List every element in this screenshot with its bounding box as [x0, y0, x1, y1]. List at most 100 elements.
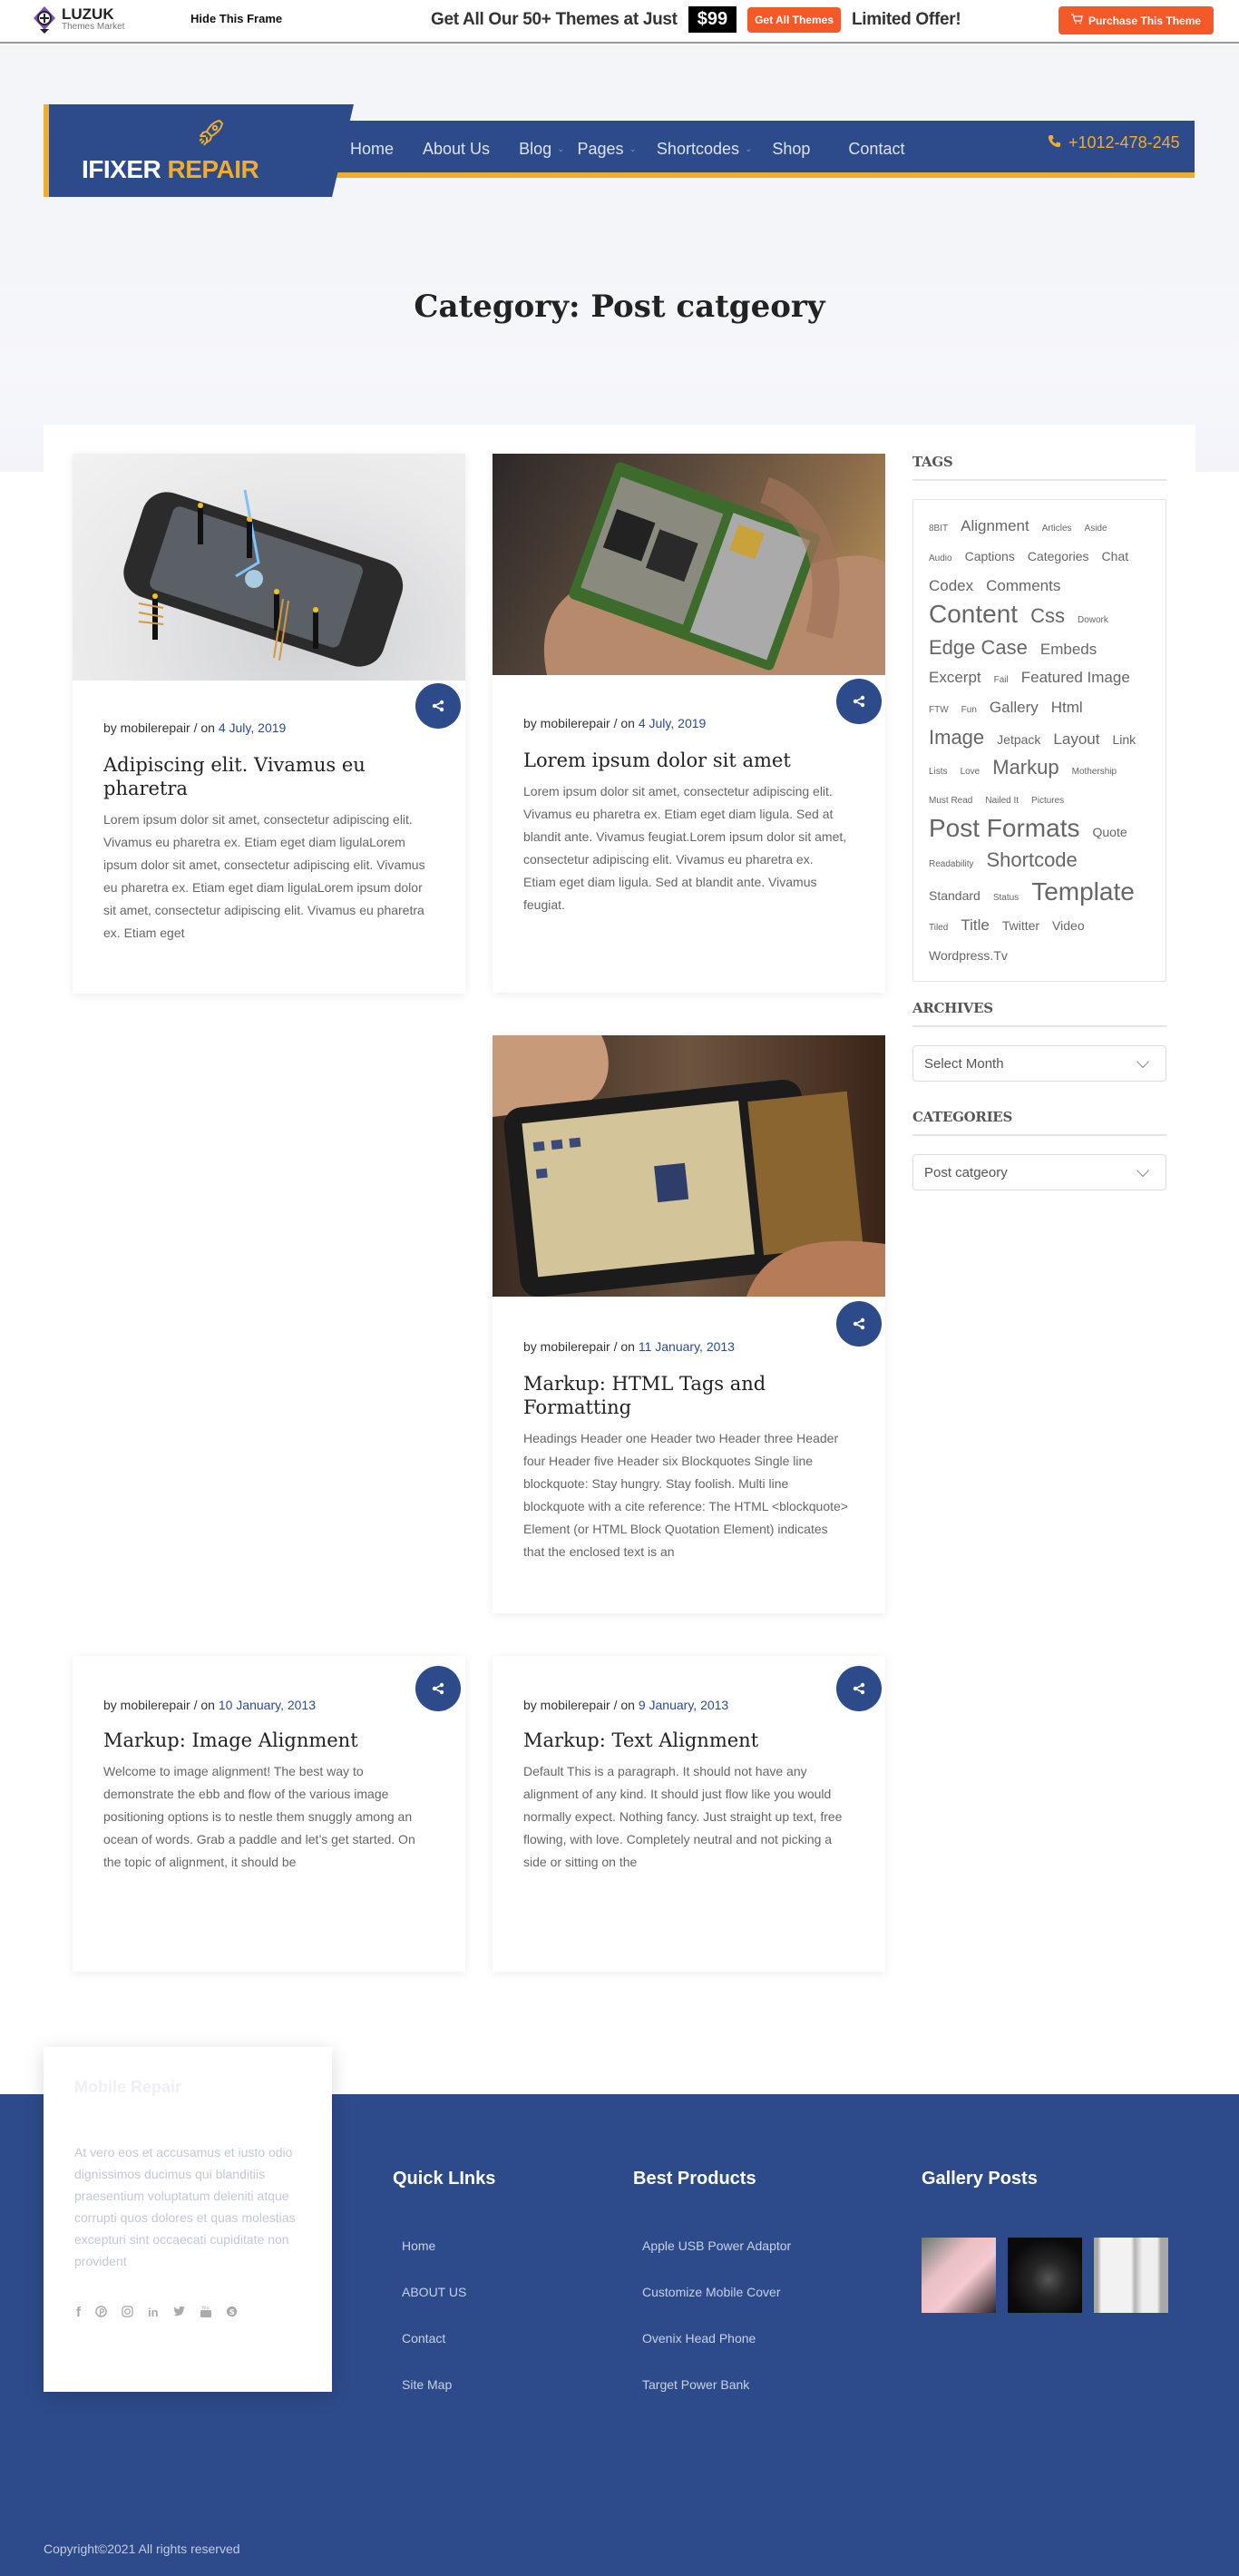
tag-link[interactable]: Embeds	[1040, 636, 1097, 663]
twitter-icon[interactable]	[172, 2306, 186, 2319]
tag-link[interactable]: FTW	[929, 697, 949, 724]
archives-select[interactable]: Select Month	[912, 1045, 1166, 1082]
post-image[interactable]	[493, 454, 885, 675]
quick-link[interactable]: Contact	[402, 2331, 495, 2377]
tag-link[interactable]: Readability	[929, 851, 973, 878]
tag-link[interactable]: Dowork	[1078, 607, 1108, 634]
tag-link[interactable]: Markup	[992, 754, 1059, 781]
quick-link[interactable]: Home	[402, 2238, 495, 2285]
share-button[interactable]	[836, 1301, 882, 1347]
tag-link[interactable]: Status	[993, 885, 1019, 912]
facebook-icon[interactable]: f	[76, 2305, 81, 2320]
menu-item-pages[interactable]: Pages ⌄	[577, 140, 636, 159]
tag-link[interactable]: Excerpt	[929, 664, 981, 691]
tag-link[interactable]: Featured Image	[1021, 664, 1130, 691]
menu-item-blog[interactable]: Blog ⌄	[519, 140, 564, 159]
tag-link[interactable]: Aside	[1085, 515, 1107, 543]
post-image[interactable]	[493, 1035, 885, 1298]
get-all-themes-button[interactable]: Get All Themes	[747, 6, 841, 33]
post-title[interactable]: Markup: Image Alignment	[103, 1729, 429, 1752]
tag-link[interactable]: Jetpack	[997, 726, 1040, 753]
phone-number: +1012-478-245	[1068, 133, 1180, 152]
quick-link[interactable]: ABOUT US	[402, 2285, 495, 2331]
share-button[interactable]	[836, 679, 882, 724]
menu-item-home[interactable]: Home	[350, 140, 394, 159]
tag-link[interactable]: Twitter	[1002, 912, 1039, 939]
post-date[interactable]: 10 January, 2013	[219, 1698, 316, 1712]
tag-link[interactable]: Css	[1030, 602, 1065, 630]
post-title[interactable]: Markup: HTML Tags and Formatting	[523, 1372, 849, 1419]
tag-link[interactable]: Fun	[961, 697, 977, 724]
tag-link[interactable]: Alignment	[961, 513, 1029, 540]
gallery-thumb-power-adaptor[interactable]	[1094, 2238, 1168, 2313]
tag-link[interactable]: Html	[1051, 694, 1083, 721]
post-title[interactable]: Adipiscing elit. Vivamus eu pharetra	[103, 753, 429, 800]
quick-link[interactable]: Site Map	[402, 2377, 495, 2424]
tag-link[interactable]: 8BIT	[929, 515, 948, 543]
menu-item-about-us[interactable]: About Us	[423, 140, 490, 159]
tag-link[interactable]: Pictures	[1031, 788, 1064, 815]
categories-select[interactable]: Post catgeory	[912, 1154, 1166, 1190]
post-title[interactable]: Markup: Text Alignment	[523, 1729, 849, 1752]
skype-icon[interactable]: S	[226, 2306, 238, 2320]
menu-item-shortcodes[interactable]: Shortcodes ⌄	[657, 140, 752, 159]
site-logo[interactable]: IFIXER REPAIR	[44, 104, 354, 197]
header-phone[interactable]: +1012-478-245	[1048, 133, 1180, 152]
tag-link[interactable]: Edge Case	[929, 634, 1028, 661]
post-excerpt: Default This is a paragraph. It should n…	[523, 1764, 843, 1869]
tag-link[interactable]: Quote	[1092, 818, 1127, 846]
tag-link[interactable]: Captions	[965, 543, 1015, 570]
purchase-theme-button[interactable]: Purchase This Theme	[1059, 6, 1215, 34]
tag-link[interactable]: Gallery	[990, 694, 1039, 721]
post-date[interactable]: 11 January, 2013	[639, 1339, 735, 1354]
post-title[interactable]: Lorem ipsum dolor sit amet	[523, 749, 849, 772]
tag-link[interactable]: Template	[1031, 878, 1135, 906]
youtube-icon[interactable]: You	[200, 2305, 211, 2320]
gallery-thumb-headphones[interactable]	[1008, 2238, 1082, 2313]
tag-link[interactable]: Image	[929, 724, 984, 751]
post-date[interactable]: 9 January, 2013	[639, 1698, 728, 1712]
tag-link[interactable]: Love	[961, 759, 980, 786]
menu-item-contact[interactable]: Contact	[848, 140, 904, 159]
logo-text-yellow: REPAIR	[167, 155, 259, 183]
share-button[interactable]	[415, 683, 461, 729]
gallery-thumb-pink-phone-case[interactable]	[922, 2238, 996, 2313]
product-link[interactable]: Ovenix Head Phone	[642, 2331, 791, 2377]
product-link[interactable]: Customize Mobile Cover	[642, 2285, 791, 2331]
product-link[interactable]: Target Power Bank	[642, 2377, 791, 2424]
tag-link[interactable]: Link	[1112, 726, 1136, 753]
tag-link[interactable]: Chat	[1102, 543, 1129, 570]
post-date[interactable]: 4 July, 2019	[219, 720, 286, 735]
tag-link[interactable]: Tiled	[929, 915, 948, 942]
tag-link[interactable]: Wordpress.Tv	[929, 942, 1008, 969]
tag-link[interactable]: Content	[929, 601, 1018, 628]
linkedin-icon[interactable]: in	[148, 2306, 159, 2319]
tag-link[interactable]: Lists	[929, 759, 948, 786]
tag-link[interactable]: Audio	[929, 545, 952, 573]
luzuk-brand[interactable]: LUZUK Themes Market	[33, 5, 124, 34]
share-button[interactable]	[836, 1666, 882, 1711]
tag-link[interactable]: Codex	[929, 573, 973, 600]
tag-link[interactable]: Video	[1052, 912, 1085, 939]
quick-links-title: Quick LInks	[393, 2169, 496, 2189]
tag-link[interactable]: Articles	[1042, 515, 1072, 543]
hide-frame-link[interactable]: Hide This Frame	[190, 12, 282, 25]
post-date[interactable]: 4 July, 2019	[639, 716, 706, 730]
tag-link[interactable]: Post Formats	[929, 815, 1079, 842]
tag-link[interactable]: Standard	[929, 882, 980, 909]
product-link[interactable]: Apple USB Power Adaptor	[642, 2238, 791, 2285]
share-button[interactable]	[415, 1666, 461, 1711]
tag-link[interactable]: Comments	[986, 573, 1060, 600]
tag-link[interactable]: Layout	[1053, 726, 1099, 753]
tag-link[interactable]: Must Read	[929, 788, 972, 815]
menu-item-shop[interactable]: Shop	[772, 140, 810, 159]
pinterest-icon[interactable]	[95, 2305, 107, 2320]
tag-link[interactable]: Categories	[1028, 543, 1089, 570]
instagram-icon[interactable]	[122, 2305, 133, 2320]
tag-link[interactable]: Fail	[994, 667, 1009, 694]
post-image[interactable]	[73, 454, 465, 681]
tag-link[interactable]: Nailed It	[985, 788, 1019, 815]
tag-link[interactable]: Mothership	[1072, 759, 1117, 786]
tag-link[interactable]: Shortcode	[986, 847, 1077, 874]
tag-link[interactable]: Title	[961, 912, 990, 939]
